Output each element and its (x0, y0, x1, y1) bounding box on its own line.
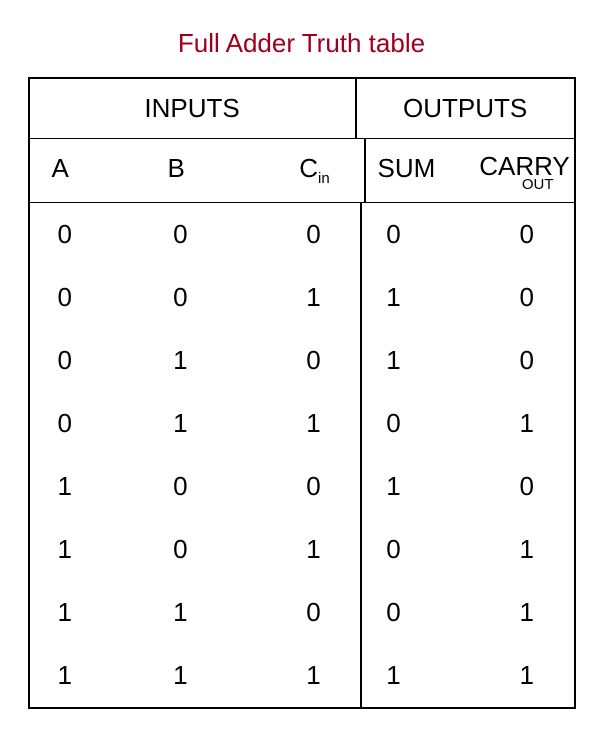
table-row: 00110 (30, 266, 574, 329)
cell-cin: 1 (267, 518, 363, 581)
cell-sum: 1 (362, 455, 480, 518)
cell-cin: 0 (267, 455, 363, 518)
cell-cin: 1 (267, 266, 363, 329)
col-header-cin: Cin (266, 139, 366, 202)
group-header-inputs: INPUTS (30, 79, 357, 138)
col-header-cin-main: C (299, 153, 318, 183)
cell-carry: 0 (480, 455, 574, 518)
cell-sum: 1 (362, 329, 480, 392)
cell-sum: 0 (362, 518, 480, 581)
table-row: 11111 (30, 644, 574, 707)
column-header-row: A B Cin SUM CARRY OUT (30, 139, 574, 203)
col-header-sum: SUM (366, 139, 476, 202)
col-header-a: A (30, 139, 150, 202)
cell-cin: 0 (267, 203, 363, 266)
cell-b: 0 (151, 203, 267, 266)
cell-a: 0 (30, 329, 152, 392)
table-body: 0000000110010100110110010101011100111111 (30, 203, 574, 707)
cell-sum: 0 (362, 203, 480, 266)
table-row: 01010 (30, 329, 574, 392)
cell-b: 1 (151, 644, 267, 707)
cell-a: 0 (30, 392, 152, 455)
cell-a: 1 (30, 644, 152, 707)
cell-a: 0 (30, 203, 152, 266)
cell-b: 1 (151, 329, 267, 392)
cell-b: 0 (151, 518, 267, 581)
cell-cin: 0 (267, 329, 363, 392)
cell-sum: 0 (362, 581, 480, 644)
truth-table: INPUTS OUTPUTS A B Cin SUM CARRY OUT 000… (28, 77, 576, 709)
cell-b: 0 (151, 266, 267, 329)
col-header-carry: CARRY OUT (476, 139, 574, 202)
col-header-b: B (150, 139, 266, 202)
page-title: Full Adder Truth table (24, 28, 579, 59)
cell-cin: 0 (267, 581, 363, 644)
cell-a: 1 (30, 455, 152, 518)
table-row: 11001 (30, 581, 574, 644)
cell-carry: 1 (480, 518, 574, 581)
cell-a: 1 (30, 518, 152, 581)
cell-b: 1 (151, 581, 267, 644)
cell-a: 0 (30, 266, 152, 329)
table-row: 10010 (30, 455, 574, 518)
cell-b: 0 (151, 455, 267, 518)
cell-carry: 0 (480, 203, 574, 266)
cell-cin: 1 (267, 644, 363, 707)
cell-carry: 1 (480, 392, 574, 455)
cell-b: 1 (151, 392, 267, 455)
table-row: 10101 (30, 518, 574, 581)
column-group-row: INPUTS OUTPUTS (30, 79, 574, 139)
table-row: 01101 (30, 392, 574, 455)
cell-a: 1 (30, 581, 152, 644)
cell-cin: 1 (267, 392, 363, 455)
cell-carry: 0 (480, 266, 574, 329)
group-header-outputs: OUTPUTS (357, 79, 574, 138)
cell-carry: 1 (480, 581, 574, 644)
col-header-cin-sub: in (318, 170, 330, 187)
cell-carry: 0 (480, 329, 574, 392)
cell-sum: 1 (362, 266, 480, 329)
cell-sum: 1 (362, 644, 480, 707)
cell-sum: 0 (362, 392, 480, 455)
cell-carry: 1 (480, 644, 574, 707)
table-row: 00000 (30, 203, 574, 266)
